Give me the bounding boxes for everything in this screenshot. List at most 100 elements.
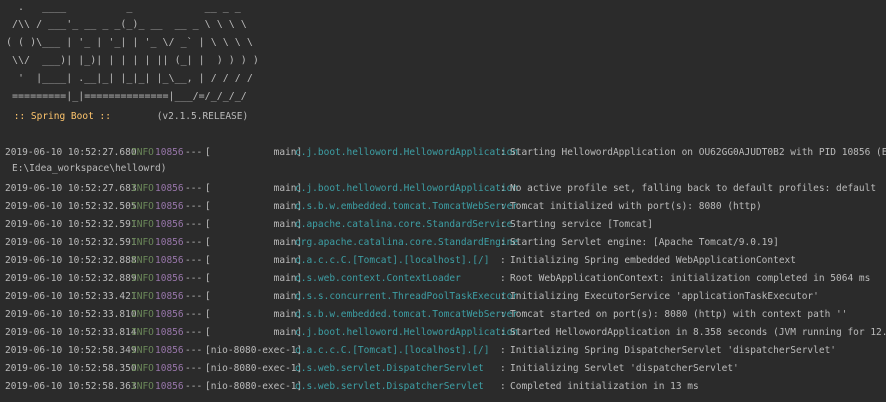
log-logger: o.s.b.w.embedded.tomcat.TomcatWebServer xyxy=(295,201,519,212)
log-logger: org.apache.catalina.core.StandardEngine xyxy=(295,237,519,248)
log-logger: c.j.boot.helloword.HellowordApplication xyxy=(295,183,519,194)
log-logger: o.s.b.w.embedded.tomcat.TomcatWebServer xyxy=(295,309,519,320)
log-colon: : xyxy=(500,219,506,230)
log-logger: o.s.web.context.ContextLoader xyxy=(295,273,461,284)
log-colon: : xyxy=(500,309,506,320)
log-level: INFO xyxy=(131,381,154,392)
banner-line: . ____ _ __ _ _ xyxy=(6,2,241,13)
log-thread: [ main] xyxy=(205,183,303,194)
log-separator: --- xyxy=(185,255,203,266)
log-message: Initializing Servlet 'dispatcherServlet' xyxy=(510,363,739,374)
log-separator: --- xyxy=(185,201,203,212)
spring-boot-version: (v2.1.5.RELEASE) xyxy=(110,111,249,122)
log-timestamp: 2019-06-10 10:52:27.680 xyxy=(5,147,137,158)
log-logger: o.s.web.servlet.DispatcherServlet xyxy=(295,363,484,374)
log-level: INFO xyxy=(131,327,154,338)
log-logger: o.apache.catalina.core.StandardService xyxy=(295,219,513,230)
log-timestamp: 2019-06-10 10:52:27.683 xyxy=(5,183,137,194)
log-level: INFO xyxy=(131,237,154,248)
log-timestamp: 2019-06-10 10:52:33.421 xyxy=(5,291,137,302)
banner-line: ( ( )\___ | '_ | '_| | '_ \/ _` | \ \ \ … xyxy=(6,37,253,48)
log-separator: --- xyxy=(185,183,203,194)
log-pid: 10856 xyxy=(155,147,184,158)
log-message: Starting HellowordApplication on OU62GG0… xyxy=(510,147,886,158)
log-thread: [nio-8080-exec-1] xyxy=(205,345,303,356)
log-logger: c.j.boot.helloword.HellowordApplication xyxy=(295,327,519,338)
log-pid: 10856 xyxy=(155,345,184,356)
log-colon: : xyxy=(500,381,506,392)
log-level: INFO xyxy=(131,219,154,230)
log-colon: : xyxy=(500,147,506,158)
log-thread: [nio-8080-exec-1] xyxy=(205,381,303,392)
log-separator: --- xyxy=(185,327,203,338)
log-timestamp: 2019-06-10 10:52:58.350 xyxy=(5,363,137,374)
log-thread: [ main] xyxy=(205,147,303,158)
log-message: Completed initialization in 13 ms xyxy=(510,381,699,392)
log-timestamp: 2019-06-10 10:52:33.814 xyxy=(5,327,137,338)
log-level: INFO xyxy=(131,345,154,356)
log-pid: 10856 xyxy=(155,201,184,212)
spring-boot-label: :: Spring Boot :: xyxy=(8,111,111,122)
log-colon: : xyxy=(500,255,506,266)
log-separator: --- xyxy=(185,273,203,284)
log-separator: --- xyxy=(185,345,203,356)
log-thread: [ main] xyxy=(205,255,303,266)
log-thread: [nio-8080-exec-1] xyxy=(205,363,303,374)
log-pid: 10856 xyxy=(155,219,184,230)
log-timestamp: 2019-06-10 10:52:58.349 xyxy=(5,345,137,356)
log-level: INFO xyxy=(131,291,154,302)
log-message: Starting service [Tomcat] xyxy=(510,219,653,230)
log-pid: 10856 xyxy=(155,273,184,284)
log-level: INFO xyxy=(131,147,154,158)
log-thread: [ main] xyxy=(205,219,303,230)
log-message: No active profile set, falling back to d… xyxy=(510,183,877,194)
log-colon: : xyxy=(500,327,506,338)
log-logger: o.a.c.c.C.[Tomcat].[localhost].[/] xyxy=(295,345,490,356)
log-thread: [ main] xyxy=(205,291,303,302)
log-message: Tomcat initialized with port(s): 8080 (h… xyxy=(510,201,762,212)
log-pid: 10856 xyxy=(155,255,184,266)
log-separator: --- xyxy=(185,219,203,230)
log-message: Started HellowordApplication in 8.358 se… xyxy=(510,327,886,338)
log-level: INFO xyxy=(131,201,154,212)
log-level: INFO xyxy=(131,273,154,284)
banner-line: ' |____| .__|_| |_|_| |_\__, | / / / / xyxy=(6,73,253,84)
log-colon: : xyxy=(500,273,506,284)
banner-line: /\\ / ___'_ __ _ _(_)_ __ __ _ \ \ \ \ xyxy=(6,19,247,30)
log-line-continuation: E:\Idea_workspace\hellowrd) xyxy=(12,163,167,174)
log-pid: 10856 xyxy=(155,291,184,302)
log-message: Initializing Spring DispatcherServlet 'd… xyxy=(510,345,837,356)
log-colon: : xyxy=(500,183,506,194)
log-message: Starting Servlet engine: [Apache Tomcat/… xyxy=(510,237,779,248)
log-pid: 10856 xyxy=(155,381,184,392)
log-colon: : xyxy=(500,201,506,212)
log-logger: o.s.web.servlet.DispatcherServlet xyxy=(295,381,484,392)
log-separator: --- xyxy=(185,381,203,392)
log-pid: 10856 xyxy=(155,183,184,194)
console-output[interactable]: . ____ _ __ _ _ /\\ / ___'_ __ _ _(_)_ _… xyxy=(0,0,886,402)
log-pid: 10856 xyxy=(155,363,184,374)
log-colon: : xyxy=(500,237,506,248)
log-thread: [ main] xyxy=(205,327,303,338)
log-separator: --- xyxy=(185,309,203,320)
log-colon: : xyxy=(500,345,506,356)
log-separator: --- xyxy=(185,147,203,158)
log-level: INFO xyxy=(131,255,154,266)
log-message: Initializing Spring embedded WebApplicat… xyxy=(510,255,796,266)
log-message: Initializing ExecutorService 'applicatio… xyxy=(510,291,819,302)
log-logger: c.j.boot.helloword.HellowordApplication xyxy=(295,147,519,158)
spring-boot-version-line: :: Spring Boot :: (v2.1.5.RELEASE) xyxy=(8,111,249,122)
banner-line: =========|_|==============|___/=/_/_/_/ xyxy=(6,91,247,102)
log-timestamp: 2019-06-10 10:52:58.363 xyxy=(5,381,137,392)
log-thread: [ main] xyxy=(205,273,303,284)
log-level: INFO xyxy=(131,363,154,374)
log-pid: 10856 xyxy=(155,237,184,248)
log-colon: : xyxy=(500,363,506,374)
log-pid: 10856 xyxy=(155,309,184,320)
log-thread: [ main] xyxy=(205,309,303,320)
banner-line: \\/ ___)| |_)| | | | | || (_| | ) ) ) ) xyxy=(6,55,259,66)
log-separator: --- xyxy=(185,237,203,248)
log-timestamp: 2019-06-10 10:52:33.810 xyxy=(5,309,137,320)
log-thread: [ main] xyxy=(205,201,303,212)
log-separator: --- xyxy=(185,363,203,374)
